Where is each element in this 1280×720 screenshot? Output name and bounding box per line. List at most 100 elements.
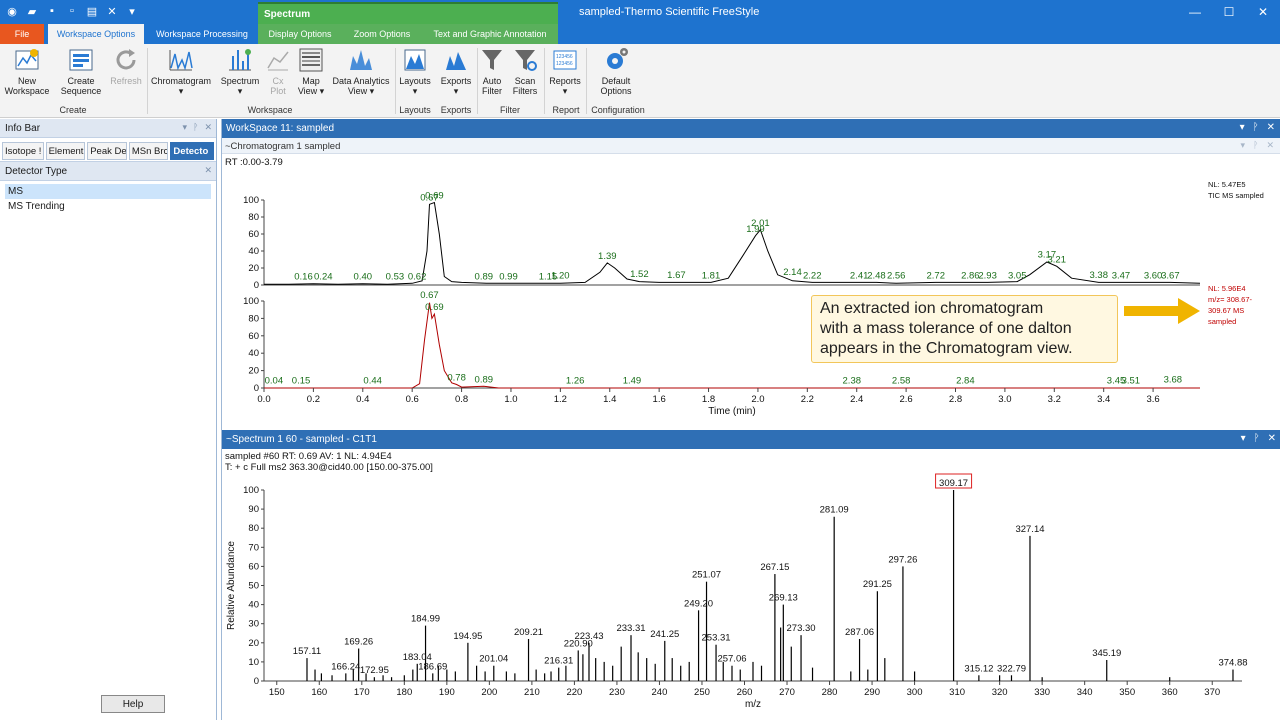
y-tick-label: 100 xyxy=(243,195,259,206)
qat-dropdown-icon[interactable]: ▾ xyxy=(124,3,140,19)
list-item[interactable]: MS xyxy=(5,184,211,199)
peak-label: 2.86 xyxy=(961,271,980,282)
x-tick-label: 290 xyxy=(864,687,880,698)
dropdown-icon[interactable]: ▾ xyxy=(183,122,188,133)
group-create: Create xyxy=(59,105,87,115)
x-tick-label: 310 xyxy=(949,687,965,698)
list-item[interactable]: MS Trending xyxy=(5,199,211,214)
pin-icon[interactable]: ᚹ xyxy=(193,122,198,133)
spectrum-button[interactable]: Spectrum ▾ xyxy=(218,46,262,104)
trace-info-label: m/z= 308.67- xyxy=(1208,295,1252,304)
peak-label: 0.62 xyxy=(408,271,427,282)
tab-msn-browser[interactable]: MSn Brc xyxy=(128,142,169,160)
app-icon[interactable]: ◉ xyxy=(4,3,20,19)
scan-filters-button[interactable]: Scan Filters xyxy=(511,46,539,104)
peak-label: 0.67 xyxy=(420,290,439,301)
y-tick-label: 50 xyxy=(248,581,259,592)
tab-element[interactable]: Element xyxy=(45,142,86,160)
tab-file[interactable]: File xyxy=(0,24,44,44)
dropdown-icon[interactable]: ▾ xyxy=(1241,433,1246,444)
peak-label: 241.25 xyxy=(650,629,679,640)
peak-label: 184.99 xyxy=(411,614,440,625)
tab-workspace-options[interactable]: Workspace Options xyxy=(48,24,144,44)
y-tick-label: 20 xyxy=(248,366,259,377)
tab-zoom-options[interactable]: Zoom Options xyxy=(342,24,422,44)
x-tick-label: 2.0 xyxy=(751,394,764,405)
tab-display-options[interactable]: Display Options xyxy=(258,24,342,44)
x-tick-label: 200 xyxy=(481,687,497,698)
chromatogram-button[interactable]: Chromatogram ▾ xyxy=(150,46,212,104)
tab-isotope[interactable]: Isotope ! xyxy=(2,142,44,160)
maximize-icon[interactable]: ☐ xyxy=(1212,0,1246,24)
reports-button[interactable]: 123456 123456 Reports ▾ xyxy=(548,46,582,104)
open-folder-icon[interactable]: ▰ xyxy=(24,3,40,19)
peak-label: 345.19 xyxy=(1092,648,1121,659)
x-tick-label: 300 xyxy=(907,687,923,698)
tab-detector[interactable]: Detecto xyxy=(170,142,214,160)
y-tick-label: 100 xyxy=(243,485,259,496)
pin-icon[interactable]: ᚹ xyxy=(1253,140,1258,151)
spectrum-plot[interactable]: sampled #60 RT: 0.69 AV: 1 NL: 4.94E4T: … xyxy=(222,449,1280,719)
close-icon[interactable]: ✕ xyxy=(1246,0,1280,24)
tab-text-graphic-annotation[interactable]: Text and Graphic Annotation xyxy=(422,24,558,44)
data-analytics-icon xyxy=(350,50,372,70)
title-bar: ◉ ▰ ▪ ▫ ▤ ✕ ▾ Spectrum sampled-Thermo Sc… xyxy=(0,0,1280,24)
x-tick-label: 3.2 xyxy=(1048,394,1061,405)
default-options-button[interactable]: Default Options xyxy=(594,46,638,104)
pin-icon[interactable]: ᚹ xyxy=(1254,433,1260,444)
save-icon[interactable]: ▪ xyxy=(44,3,60,19)
peak-label: 1.52 xyxy=(630,269,649,280)
info-bar-title: Info Bar xyxy=(5,123,41,134)
chromatogram-plot[interactable]: RT :0.00-3.790204060801000.16 0.24 0.40 0.5… xyxy=(222,154,1280,430)
x-tick-label: 280 xyxy=(822,687,838,698)
trace-info-label: NL: 5.96E4 xyxy=(1208,284,1246,293)
svg-text:123456: 123456 xyxy=(556,54,573,60)
peak-label: 0.69 xyxy=(425,191,444,202)
close-icon[interactable]: ✕ xyxy=(1266,140,1274,151)
tools-icon[interactable]: ✕ xyxy=(104,3,120,19)
new-workspace-button[interactable]: New Workspace xyxy=(4,46,50,104)
peak-label: 1.67 xyxy=(667,270,686,281)
print-icon[interactable]: ▤ xyxy=(84,3,100,19)
callout-line: An extracted ion chromatogram xyxy=(820,300,1044,317)
cx-plot-icon xyxy=(267,51,289,71)
minimize-icon[interactable]: — xyxy=(1178,0,1212,24)
close-icon[interactable]: ✕ xyxy=(204,122,212,133)
peak-label: 257.06 xyxy=(717,654,746,665)
create-sequence-icon xyxy=(69,49,93,71)
close-icon[interactable]: ✕ xyxy=(1268,433,1276,444)
peak-label: 169.26 xyxy=(344,637,373,648)
x-tick-label: 1.0 xyxy=(504,394,517,405)
peak-label: 0.69 xyxy=(425,302,444,313)
close-icon[interactable]: ✕ xyxy=(204,165,212,176)
peak-label: 0.16 xyxy=(294,271,313,282)
close-icon[interactable]: ✕ xyxy=(1267,122,1275,133)
spectrum-title: ~Spectrum 1 60 - sampled - C1T1 xyxy=(226,434,377,445)
help-button[interactable]: Help xyxy=(101,695,165,713)
x-tick-label: 340 xyxy=(1077,687,1093,698)
peak-label: 2.41 xyxy=(850,271,869,282)
peak-label: 194.95 xyxy=(453,631,482,642)
pin-icon[interactable]: ᚹ xyxy=(1253,122,1259,133)
data-analytics-view-button[interactable]: Data Analytics View ▾ xyxy=(331,46,391,104)
dropdown-icon[interactable]: ▾ xyxy=(1241,140,1246,151)
cx-plot-button[interactable]: Cx Plot xyxy=(265,46,291,104)
dropdown-icon[interactable]: ▾ xyxy=(1240,122,1245,133)
save-as-icon[interactable]: ▫ xyxy=(64,3,80,19)
tab-peak-detection[interactable]: Peak De xyxy=(87,142,127,160)
x-tick-label: 320 xyxy=(992,687,1008,698)
create-sequence-button[interactable]: Create Sequence xyxy=(58,46,104,104)
auto-filter-button[interactable]: Auto Filter xyxy=(478,46,506,104)
peak-label: 0.15 xyxy=(292,375,311,386)
layouts-button[interactable]: Layouts ▾ xyxy=(398,46,432,104)
peak-label: 216.31 xyxy=(544,656,573,667)
y-axis-label: Relative Abundance xyxy=(226,541,237,630)
peak-label: 2.56 xyxy=(887,271,906,282)
exports-button[interactable]: Exports ▾ xyxy=(438,46,474,104)
refresh-button[interactable]: Refresh xyxy=(108,46,144,104)
y-tick-label: 70 xyxy=(248,542,259,553)
group-configuration: Configuration xyxy=(591,105,645,115)
x-tick-label: 0.4 xyxy=(356,394,369,405)
tab-workspace-processing[interactable]: Workspace Processing xyxy=(150,24,254,44)
map-view-button[interactable]: Map View ▾ xyxy=(294,46,328,104)
